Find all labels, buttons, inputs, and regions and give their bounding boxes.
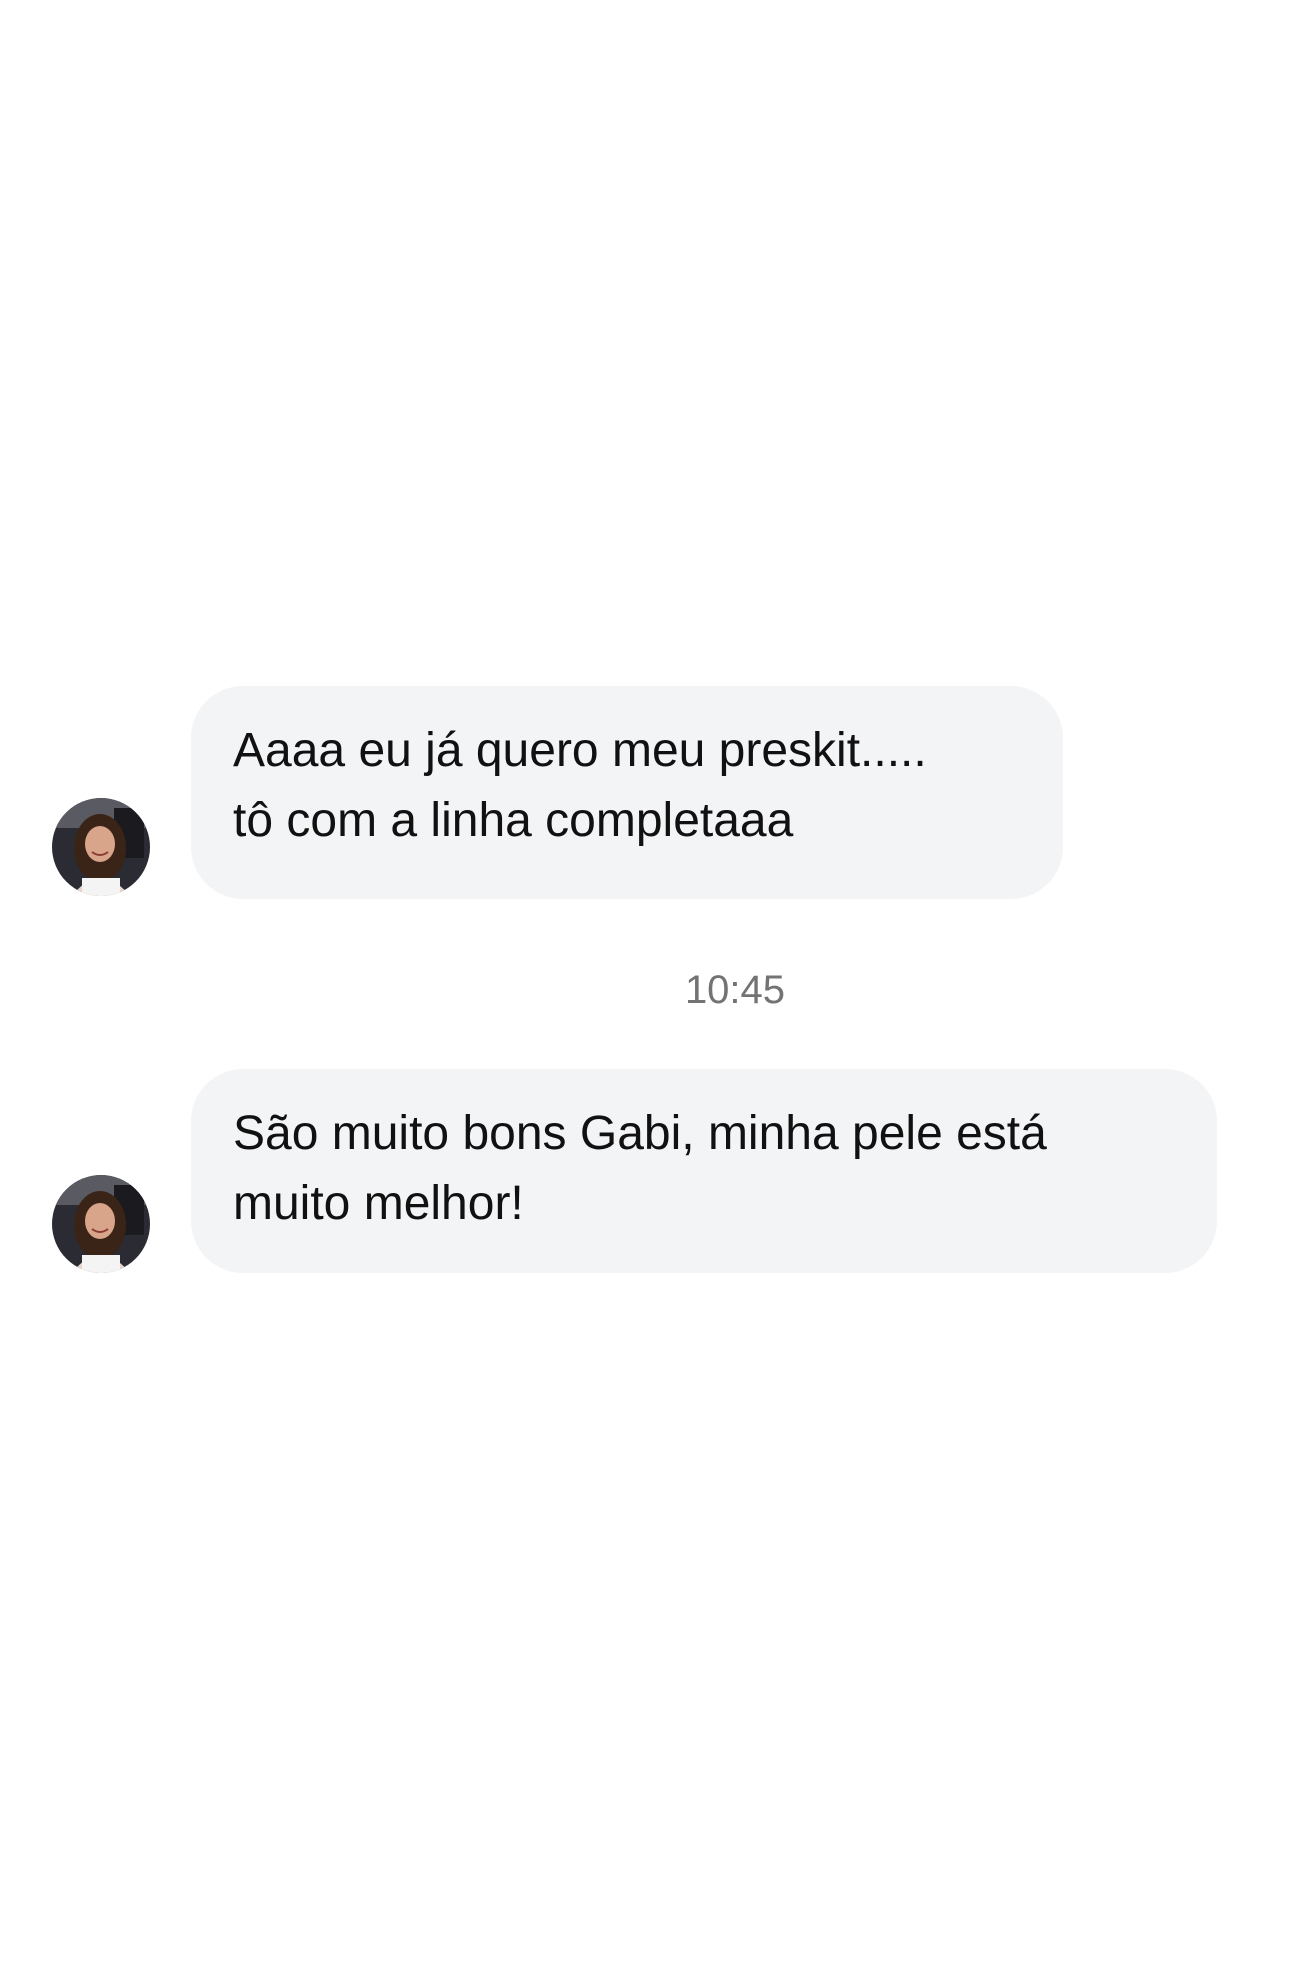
- message-timestamp: 10:45: [684, 968, 786, 1012]
- message-text-line: São muito bons Gabi, minha pele está: [233, 1107, 1047, 1160]
- avatar[interactable]: [52, 798, 150, 896]
- avatar[interactable]: [52, 1175, 150, 1273]
- chat-thread: Aaaa eu já quero meu preskit..... tô com…: [0, 0, 1290, 1967]
- message-text-line: muito melhor!: [233, 1177, 524, 1230]
- profile-photo-icon: [52, 1175, 150, 1273]
- profile-photo-icon: [52, 798, 150, 896]
- message-text-line: tô com a linha completaaa: [233, 794, 794, 847]
- message-bubble[interactable]: São muito bons Gabi, minha pele está mui…: [191, 1069, 1217, 1273]
- message-bubble[interactable]: Aaaa eu já quero meu preskit..... tô com…: [191, 686, 1063, 899]
- message-text-line: Aaaa eu já quero meu preskit.....: [233, 724, 927, 777]
